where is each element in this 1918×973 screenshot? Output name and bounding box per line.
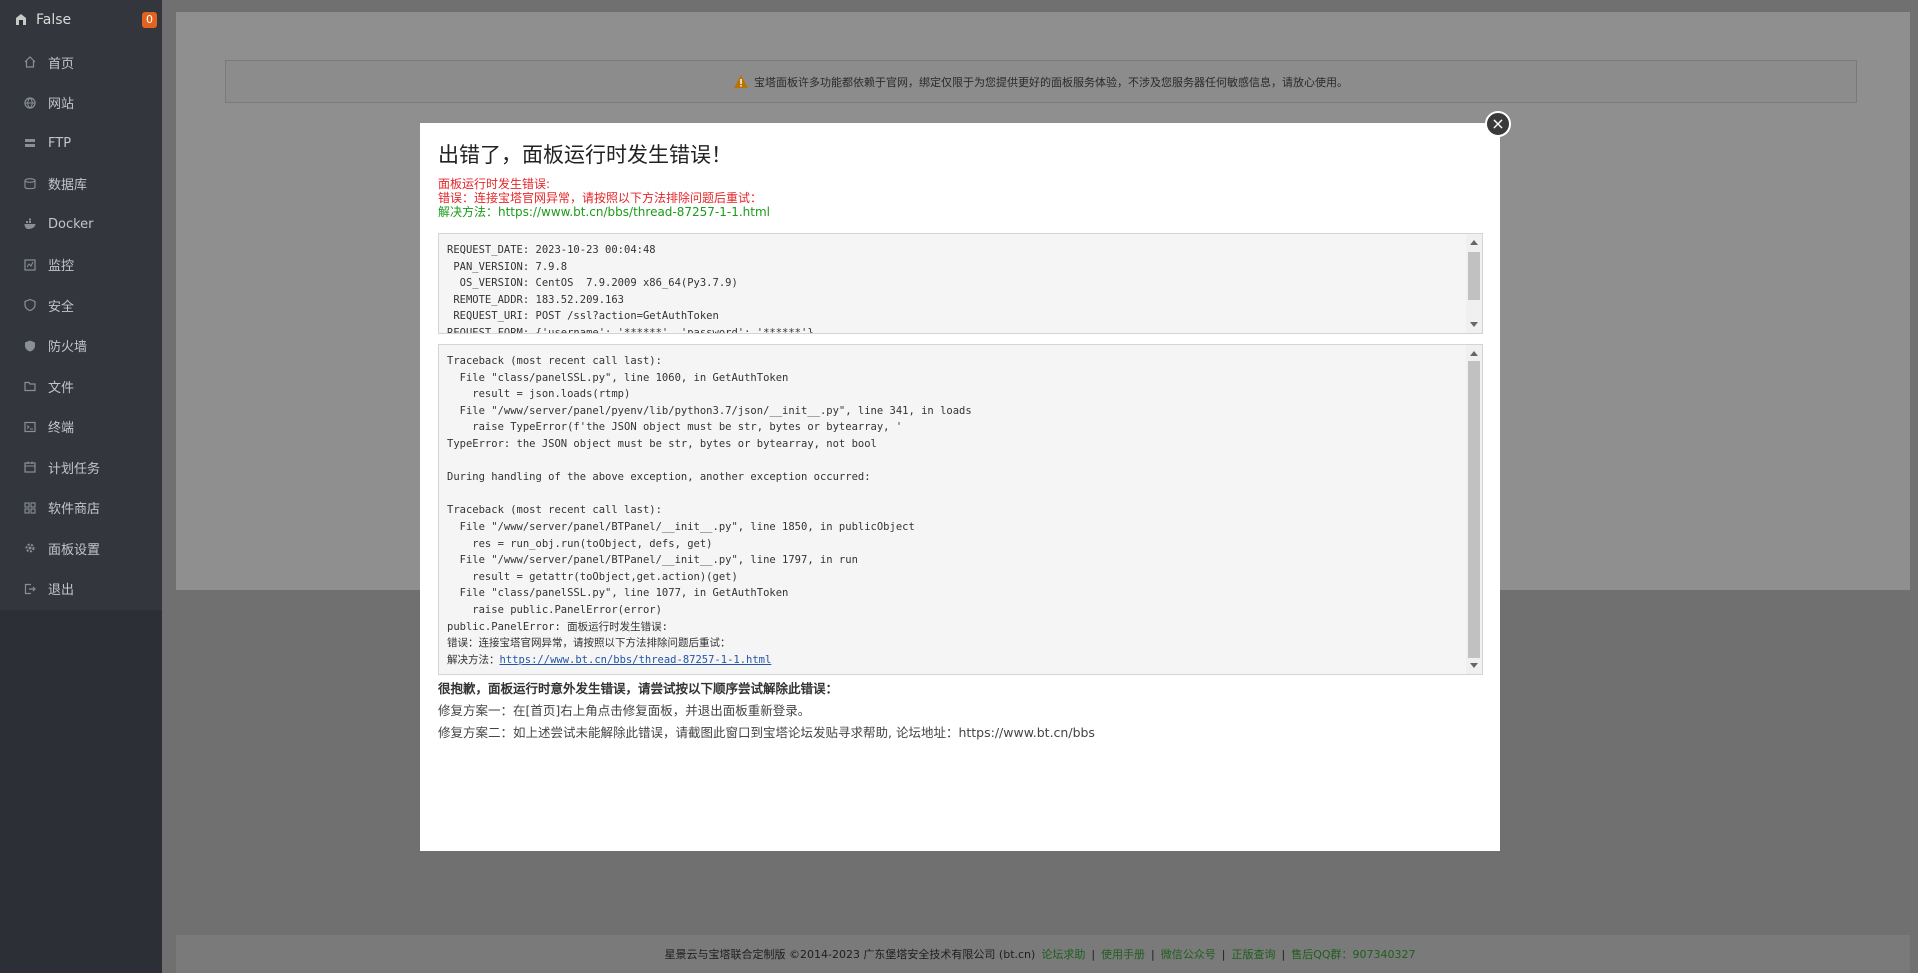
dialog-title: 出错了，面板运行时发生错误！ xyxy=(438,143,732,167)
sidebar-item-docker[interactable]: Docker xyxy=(0,204,162,245)
firewall-icon xyxy=(24,340,36,352)
error-line-2: 错误：连接宝塔官网异常，请按照以下方法排除问题后重试： xyxy=(438,191,763,205)
warning-icon xyxy=(734,75,748,88)
sidebar-item-label: 计划任务 xyxy=(48,461,101,477)
sidebar-item-home[interactable]: 首页 xyxy=(0,42,162,83)
sidebar-item-database[interactable]: 数据库 xyxy=(0,164,162,205)
sidebar-item-label: Docker xyxy=(48,216,94,232)
sidebar: False 0 首页网站 FTP 数据库 Docker 监控安全防火墙文件终端计划任务软… xyxy=(0,0,162,973)
home-icon xyxy=(24,56,36,68)
grid-icon xyxy=(24,502,36,514)
notification-badge[interactable]: 0 xyxy=(142,12,157,28)
sidebar-item-folder[interactable]: 文件 xyxy=(0,366,162,407)
sidebar-item-label: 面板设置 xyxy=(48,542,101,558)
bind-notice: 宝塔面板许多功能都依赖于官网，绑定仅限于为您提供更好的面板服务体验，不涉及您服务… xyxy=(225,60,1857,103)
docker-icon xyxy=(24,218,36,230)
footer-link-forum[interactable]: 论坛求助 xyxy=(1041,946,1085,962)
scroll-up-arrow-icon[interactable] xyxy=(1470,351,1478,356)
sidebar-item-calendar[interactable]: 计划任务 xyxy=(0,447,162,488)
sidebar-item-label: 数据库 xyxy=(48,178,88,194)
sidebar-item-monitor[interactable]: 监控 xyxy=(0,245,162,286)
scroll-down-arrow-icon[interactable] xyxy=(1470,663,1478,668)
scroll-down-arrow-icon[interactable] xyxy=(1470,322,1478,327)
solution-prefix: 解决方法： xyxy=(447,653,500,666)
scroll-up-arrow-icon[interactable] xyxy=(1470,240,1478,245)
close-icon[interactable]: × xyxy=(1485,111,1511,137)
database-icon xyxy=(24,177,36,190)
traceback-text: Traceback (most recent call last): File … xyxy=(447,355,972,666)
sidebar-item-firewall[interactable]: 防火墙 xyxy=(0,326,162,367)
sidebar-item-label: 安全 xyxy=(48,299,75,315)
footer-link-manual[interactable]: 使用手册 xyxy=(1101,946,1145,962)
request-info-scrollbar[interactable] xyxy=(1466,234,1482,333)
sidebar-item-label: 终端 xyxy=(48,421,75,437)
sidebar-item-gear[interactable]: 面板设置 xyxy=(0,528,162,569)
shield-icon xyxy=(24,299,36,312)
sidebar-item-ftp[interactable]: FTP xyxy=(0,123,162,164)
brand[interactable]: False 0 xyxy=(0,0,162,40)
sidebar-item-label: 软件商店 xyxy=(48,502,101,518)
fix-option-2: 修复方案二：如上述尝试未能解除此错误，请截图此窗口到宝塔论坛发贴寻求帮助, 论坛… xyxy=(438,725,1095,740)
sidebar-item-label: 首页 xyxy=(48,56,75,72)
sidebar-item-logout[interactable]: 退出 xyxy=(0,569,162,610)
apology-text: 很抱歉，面板运行时意外发生错误，请尝试按以下顺序尝试解除此错误： xyxy=(438,681,839,696)
footer: 星景云与宝塔联合定制版 ©2014-2023 广东堡塔安全技术有限公司 (bt.… xyxy=(176,935,1910,973)
sidebar-item-label: 文件 xyxy=(48,380,75,396)
scroll-thumb[interactable] xyxy=(1468,252,1480,300)
globe-icon xyxy=(24,97,36,109)
sidebar-item-label: 防火墙 xyxy=(48,340,88,356)
scroll-thumb[interactable] xyxy=(1468,361,1480,658)
request-info-box[interactable]: REQUEST_DATE: 2023-10-23 00:04:48 PAN_VE… xyxy=(438,233,1483,334)
gear-icon xyxy=(24,542,36,554)
error-summary: 面板运行时发生错误: 错误：连接宝塔官网异常，请按照以下方法排除问题后重试： 解… xyxy=(438,177,770,219)
request-info-text: REQUEST_DATE: 2023-10-23 00:04:48 PAN_VE… xyxy=(447,244,814,334)
sidebar-item-label: FTP xyxy=(48,135,72,151)
sidebar-item-shield[interactable]: 安全 xyxy=(0,285,162,326)
footer-link-qq[interactable]: 售后QQ群：907340327 xyxy=(1291,946,1415,962)
sidebar-item-label: 退出 xyxy=(48,583,75,599)
error-line-3[interactable]: 解决方法：https://www.bt.cn/bbs/thread-87257-… xyxy=(438,205,770,219)
sidebar-item-label: 网站 xyxy=(48,97,75,113)
logout-icon xyxy=(24,583,36,595)
sidebar-nav: 首页网站 FTP 数据库 Docker 监控安全防火墙文件终端计划任务软件商店面板设置退… xyxy=(0,42,162,609)
ftp-icon xyxy=(24,137,36,149)
traceback-scrollbar[interactable] xyxy=(1466,345,1482,674)
traceback-box[interactable]: Traceback (most recent call last): File … xyxy=(438,344,1483,675)
sidebar-item-globe[interactable]: 网站 xyxy=(0,83,162,124)
terminal-icon xyxy=(24,421,36,433)
solution-link[interactable]: https://www.bt.cn/bbs/thread-87257-1-1.h… xyxy=(500,654,772,666)
calendar-icon xyxy=(24,461,36,473)
sidebar-item-label: 监控 xyxy=(48,259,75,275)
error-line-1: 面板运行时发生错误: xyxy=(438,177,551,191)
panel-logo-icon xyxy=(16,14,26,25)
sidebar-item-terminal[interactable]: 终端 xyxy=(0,407,162,448)
footer-copyright: 星景云与宝塔联合定制版 ©2014-2023 广东堡塔安全技术有限公司 (bt.… xyxy=(664,948,1036,961)
notice-text: 宝塔面板许多功能都依赖于官网，绑定仅限于为您提供更好的面板服务体验，不涉及您服务… xyxy=(754,75,1348,89)
error-dialog: 出错了，面板运行时发生错误！ 面板运行时发生错误: 错误：连接宝塔官网异常，请按… xyxy=(420,123,1500,851)
fix-option-1: 修复方案一：在[首页]右上角点击修复面板，并退出面板重新登录。 xyxy=(438,703,811,718)
sidebar-item-grid[interactable]: 软件商店 xyxy=(0,488,162,529)
footer-link-wechat[interactable]: 微信公众号 xyxy=(1161,946,1216,962)
folder-icon xyxy=(24,380,36,392)
brand-name: False xyxy=(36,12,72,28)
footer-link-license[interactable]: 正版查询 xyxy=(1231,946,1275,962)
monitor-icon xyxy=(24,259,36,271)
